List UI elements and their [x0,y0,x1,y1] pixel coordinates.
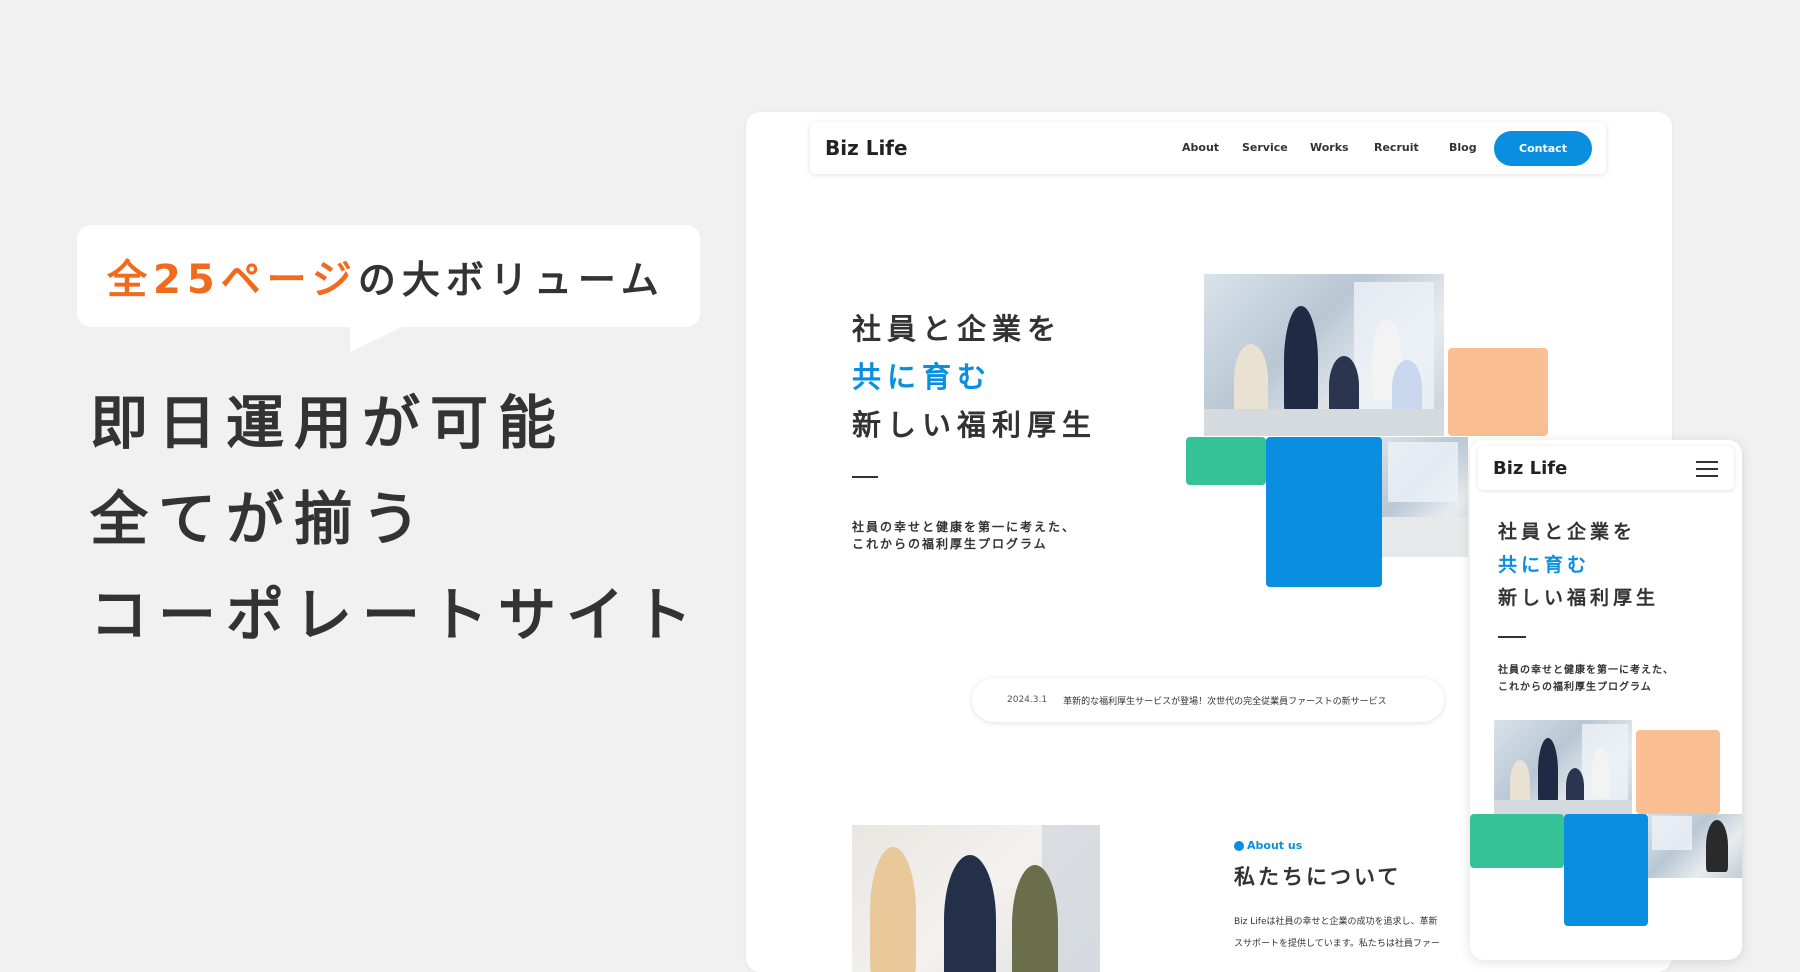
mobile-logo[interactable]: Biz Life [1493,458,1567,479]
hero-sub-line-2: これからの福利厚生プログラム [852,537,1048,551]
hero-subtitle: 社員の幸せと健康を第一に考えた、 これからの福利厚生プログラム [852,519,1076,553]
hero-block-blue [1266,437,1382,587]
nav-recruit[interactable]: Recruit [1374,141,1419,154]
hero-line-3: 新しい福利厚生 [852,408,1098,442]
about-body-line-2: スサポートを提供しています。私たちは社員ファー [1234,939,1440,949]
mobile-hero-line-3: 新しい福利厚生 [1498,587,1660,609]
mobile-hero-photo-office [1648,814,1742,878]
hero-photo-team [1204,274,1444,436]
about-tag: About us [1234,839,1302,852]
mobile-hero-sub-line-2: これからの福利厚生プログラム [1498,682,1652,693]
desktop-logo[interactable]: Biz Life [825,136,908,160]
mobile-hero-photo-team [1494,720,1632,816]
mobile-hero-subtitle: 社員の幸せと健康を第一に考えた、 これからの福利厚生プログラム [1498,662,1674,696]
mobile-block-peach [1636,730,1720,814]
badge-text: の大ボリューム [357,257,665,302]
news-ticker[interactable]: 2024.3.1 革新的な福利厚生サービスが登場！次世代の完全従業員ファーストの… [972,678,1444,722]
about-photo [852,825,1100,972]
menu-icon[interactable] [1696,461,1718,482]
about-title: 私たちについて [1234,865,1402,889]
hero-divider [852,476,878,478]
headline-line-3: コーポレートサイト [90,581,703,649]
mobile-hero-divider [1498,636,1526,638]
about-body-line-1: Biz Lifeは社員の幸せと企業の成功を追求し、革新 [1234,917,1438,927]
badge-tail [350,326,404,352]
promo-headline: 即日運用が可能 全てが揃う コーポレートサイト [90,375,702,663]
hero-line-1: 社員と企業を [852,312,1063,346]
dot-icon [1234,840,1244,851]
hero-sub-line-1: 社員の幸せと健康を第一に考えた、 [852,520,1077,534]
badge-highlight: 全25ページ [107,257,358,303]
mobile-header: Biz Life [1478,446,1734,490]
nav-works[interactable]: Works [1310,141,1349,154]
hero-block-peach [1448,348,1548,436]
headline-line-2: 全てが揃う [90,485,431,553]
nav-service[interactable]: Service [1242,141,1288,154]
mobile-hero-line-1: 社員と企業を [1498,521,1637,543]
about-tag-label: About us [1247,839,1303,852]
mobile-preview: Biz Life 社員と企業を 共に育む 新しい福利厚生 社員の幸せと健康を第一… [1470,440,1742,960]
hero-title: 社員と企業を 共に育む 新しい福利厚生 [852,305,1097,449]
mobile-hero-title: 社員と企業を 共に育む 新しい福利厚生 [1498,516,1659,615]
news-text: 革新的な福利厚生サービスが登場！次世代の完全従業員ファーストの新サービス [1063,696,1387,707]
mobile-block-green [1470,814,1564,868]
contact-button[interactable]: Contact [1494,131,1592,166]
mobile-hero-line-2: 共に育む [1498,554,1591,576]
mobile-hero-sub-line-1: 社員の幸せと健康を第一に考えた、 [1498,665,1674,676]
news-date: 2024.3.1 [1007,695,1048,705]
nav-blog[interactable]: Blog [1449,141,1477,154]
about-body: Biz Lifeは社員の幸せと企業の成功を追求し、革新 スサポートを提供していま… [1234,911,1440,955]
headline-line-1: 即日運用が可能 [90,389,567,457]
mobile-block-blue [1564,814,1648,926]
hero-photo-office [1378,437,1468,557]
volume-badge: 全25ページ の大ボリューム [77,225,700,327]
hero-line-2: 共に育む [852,360,993,394]
nav-about[interactable]: About [1182,141,1219,154]
desktop-header: Biz Life About Service Works Recruit Blo… [810,122,1606,174]
hero-block-green [1186,437,1266,485]
